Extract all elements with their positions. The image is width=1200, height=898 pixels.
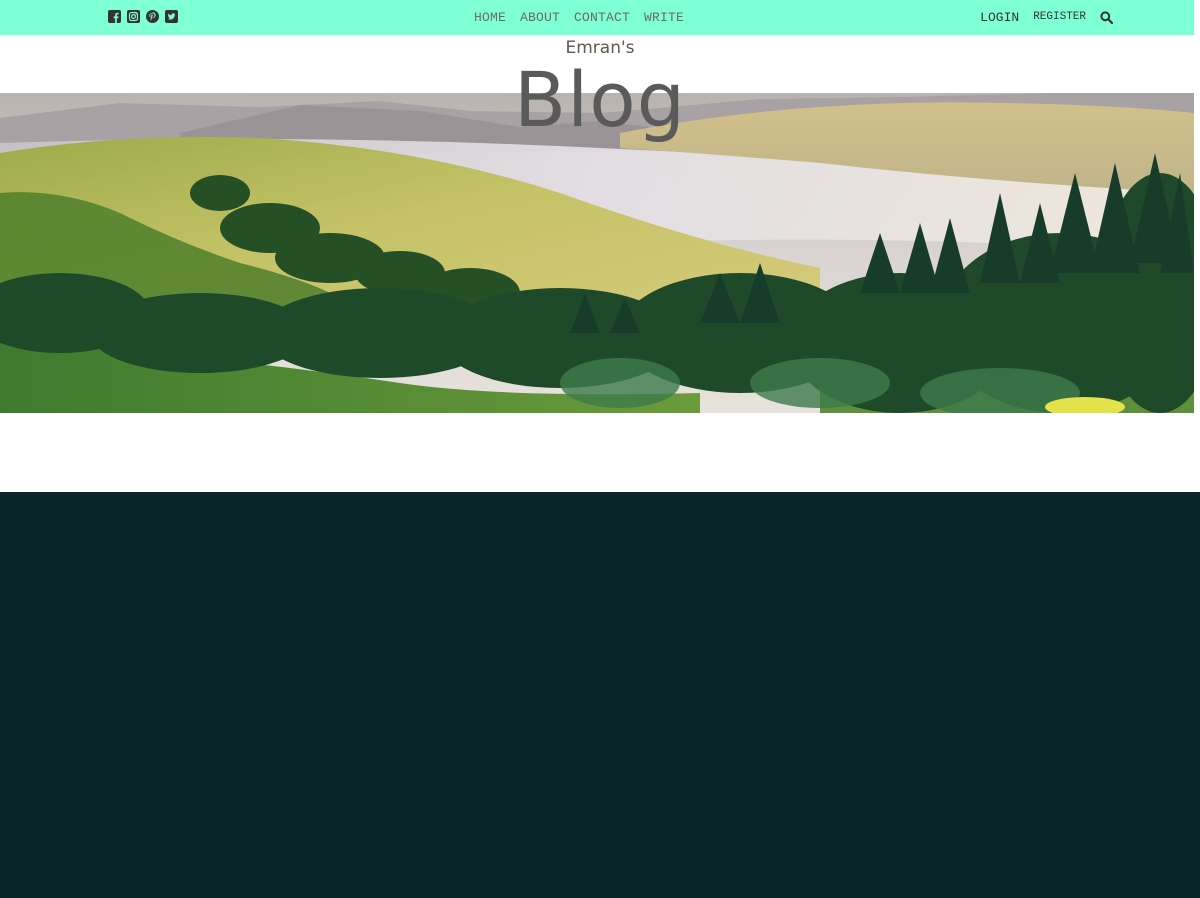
top-navbar: HOME ABOUT CONTACT WRITE LOGIN REGISTER — [0, 0, 1194, 35]
footer-dark-section — [0, 492, 1200, 898]
blog-title: Blog — [514, 55, 686, 144]
instagram-icon[interactable] — [127, 10, 140, 23]
search-icon[interactable] — [1100, 11, 1113, 24]
login-link[interactable]: LOGIN — [980, 10, 1019, 25]
nav-home[interactable]: HOME — [474, 10, 506, 25]
twitter-square-icon[interactable] — [165, 10, 178, 23]
nav-about[interactable]: ABOUT — [520, 10, 560, 25]
register-link[interactable]: REGISTER — [1033, 11, 1086, 23]
pinterest-icon[interactable] — [146, 10, 159, 23]
auth-nav: LOGIN REGISTER — [980, 10, 1113, 25]
nav-write[interactable]: WRITE — [644, 10, 684, 25]
main-nav: HOME ABOUT CONTACT WRITE — [474, 10, 684, 25]
social-links — [108, 10, 178, 23]
nav-contact[interactable]: CONTACT — [574, 10, 630, 25]
facebook-square-icon[interactable] — [108, 10, 121, 23]
